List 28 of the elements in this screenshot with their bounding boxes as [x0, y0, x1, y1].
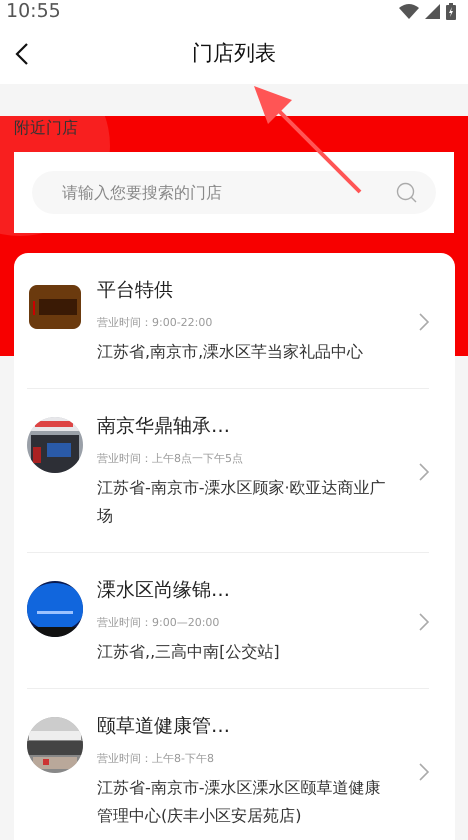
store-hours: 营业时间：上午8-下午8: [97, 751, 215, 766]
signal-icon: [425, 4, 440, 18]
store-address: 江苏省,,三高中南[公交站]: [97, 641, 281, 663]
store-hours: 营业时间：上午8点一下午5点: [97, 451, 244, 466]
status-time: 10:55: [6, 0, 61, 22]
chevron-right-icon: [419, 312, 429, 330]
store-address: 江苏省,南京市,溧水区芊当家礼品中心: [97, 341, 364, 363]
store-hours: 营业时间：9:00—20:00: [97, 615, 220, 630]
section-title: 附近门店: [14, 118, 78, 137]
store-address: 江苏省-南京市-溧水区溧水区颐草道健康管理中心(庆丰小区安居苑店): [97, 777, 382, 827]
search-field[interactable]: 请输入您要搜索的门店: [32, 171, 436, 214]
store-name: 颐草道健康管…: [97, 714, 231, 739]
store-item[interactable]: 颐草道健康管… 营业时间：上午8-下午8 江苏省-南京市-溧水区溧水区颐草道健康管理中心(庆丰小区安居苑店): [27, 689, 429, 840]
store-name: 平台特供: [97, 278, 174, 303]
chevron-right-icon: [419, 612, 429, 630]
store-item[interactable]: 南京华鼎轴承… 营业时间：上午8点一下午5点 江苏省-南京市-溧水区顾家·欧亚达商业广场: [27, 389, 429, 553]
chevron-right-icon: [419, 462, 429, 480]
store-item[interactable]: 平台特供 营业时间：9:00-22:00 江苏省,南京市,溧水区芊当家礼品中心: [27, 253, 429, 389]
page-title: 门店列表: [192, 40, 276, 67]
store-item[interactable]: 溧水区尚缘锦… 营业时间：9:00—20:00 江苏省,,三高中南[公交站]: [27, 553, 429, 689]
store-name: 溧水区尚缘锦…: [97, 578, 231, 603]
store-address: 江苏省-南京市-溧水区顾家·欧亚达商业广场: [97, 477, 387, 527]
store-hours: 营业时间：9:00-22:00: [97, 315, 214, 330]
wifi-icon: [399, 4, 419, 18]
battery-icon: [446, 2, 456, 20]
back-icon[interactable]: [14, 42, 30, 66]
store-name: 南京华鼎轴承…: [97, 414, 231, 439]
chevron-right-icon: [419, 762, 429, 780]
